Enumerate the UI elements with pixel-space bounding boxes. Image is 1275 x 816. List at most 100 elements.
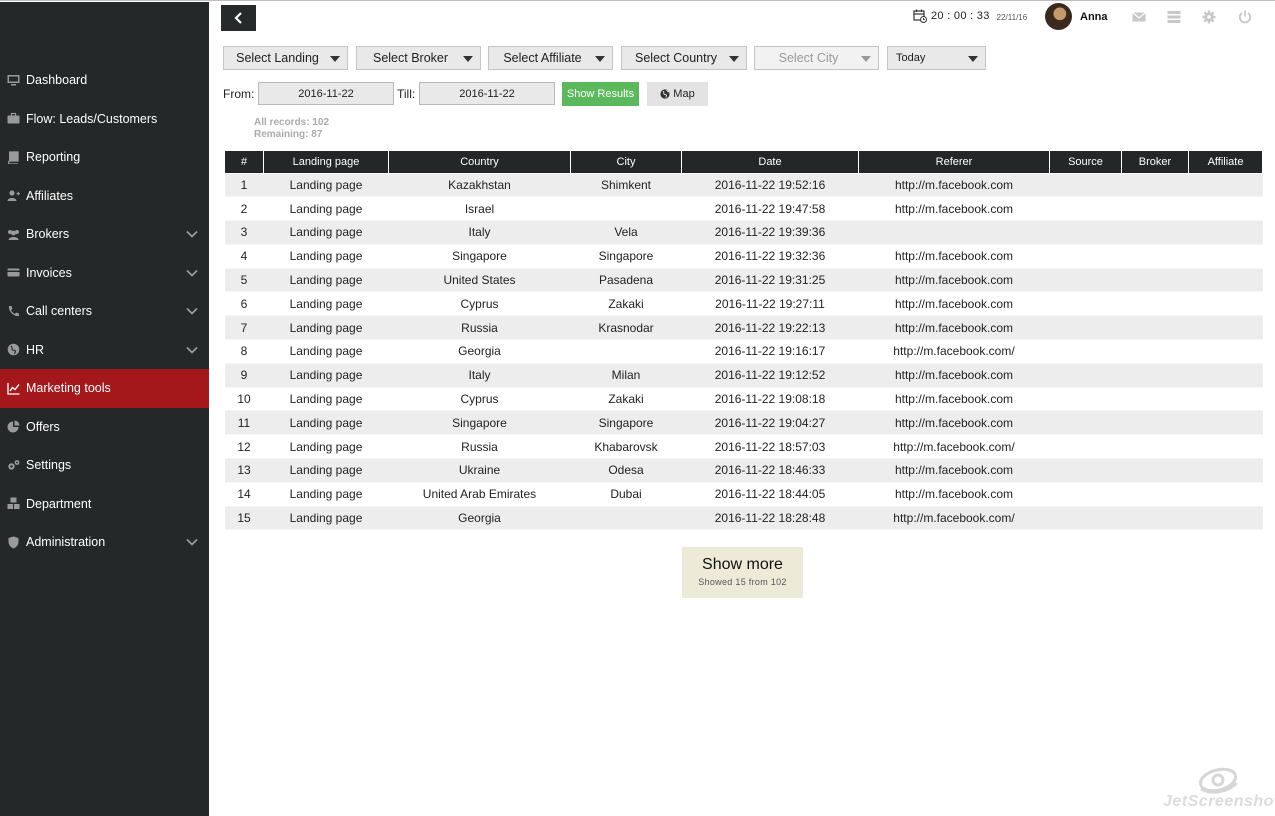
table-row[interactable]: 3 Landing page Italy Vela 2016-11-22 19:39:3…	[224, 220, 1263, 245]
column-header[interactable]: #	[224, 151, 264, 174]
column-header[interactable]: Broker	[1121, 151, 1189, 174]
table-row[interactable]: 14 Landing page United Arab Emirates Dubai 2…	[224, 482, 1263, 507]
sidebar-item-dashboard[interactable]: Dashboard	[0, 61, 209, 100]
table-row[interactable]: 5 Landing page United States Pasadena 2016-1…	[224, 268, 1263, 293]
table-cell: 8	[224, 339, 264, 364]
table-cell	[1049, 482, 1122, 507]
table-cell: Landing page	[263, 363, 389, 388]
column-header[interactable]: Affiliate	[1188, 151, 1263, 174]
table-row[interactable]: 8 Landing page Georgia 2016-11-22 19:16:17 h…	[224, 339, 1263, 364]
column-header[interactable]: Landing page	[263, 151, 389, 174]
table-cell: Vela	[570, 220, 682, 245]
till-date-input[interactable]	[419, 82, 555, 105]
list-icon[interactable]	[1167, 10, 1181, 24]
show-more-button[interactable]: Show more Showed 15 from 102	[682, 547, 803, 598]
sidebar-nav: Dashboard Flow: Leads/Customers Reporting A…	[0, 61, 209, 562]
chevron-down-icon[interactable]	[185, 304, 199, 318]
landing-select-value: Select Landing	[236, 51, 319, 65]
avatar[interactable]	[1045, 3, 1072, 30]
clock-time: 20 : 00 : 33	[931, 10, 990, 22]
sidebar-item-marketing-tools[interactable]: Marketing tools	[0, 369, 209, 408]
sidebar-item-label: Affiliates	[26, 188, 74, 203]
table-cell: 3	[224, 220, 264, 245]
table-row[interactable]: 15 Landing page Georgia 2016-11-22 18:28:48…	[224, 506, 1263, 531]
globe-icon	[660, 89, 670, 99]
table-cell: http://m.facebook.com	[858, 482, 1050, 507]
map-button[interactable]: Map	[647, 82, 708, 106]
table-cell	[1121, 244, 1189, 269]
table-cell	[1188, 173, 1263, 198]
power-icon[interactable]	[1238, 10, 1252, 24]
table-cell	[1188, 196, 1263, 222]
table-row[interactable]: 11 Landing page Singapore Singapore 2016-11-…	[224, 410, 1263, 436]
column-header[interactable]: City	[570, 151, 682, 174]
chevron-down-icon[interactable]	[185, 535, 199, 549]
sidebar-item-hr[interactable]: HR	[0, 331, 209, 370]
sidebar-item-invoices[interactable]: Invoices	[0, 254, 209, 293]
table-row[interactable]: 4 Landing page Singapore Singapore 2016-11-2…	[224, 244, 1263, 269]
eye-logo-icon	[1198, 767, 1238, 794]
envelope-icon[interactable]	[1132, 10, 1146, 24]
table-row[interactable]: 2 Landing page Israel 2016-11-22 19:47:58 ht…	[224, 196, 1263, 222]
caret-down-icon	[463, 56, 473, 62]
table-row[interactable]: 12 Landing page Russia Khabarovsk 2016-11-22…	[224, 434, 1263, 460]
clock-date: 22/11/16	[996, 12, 1028, 22]
broker-select[interactable]: Select Broker	[356, 46, 481, 70]
table-row[interactable]: 10 Landing page Cyprus Zakaki 2016-11-22 19:…	[224, 387, 1263, 412]
table-cell: 12	[224, 434, 264, 460]
affiliate-select[interactable]: Select Affiliate	[488, 46, 613, 70]
table-cell	[1121, 482, 1189, 507]
chevron-down-icon[interactable]	[185, 227, 199, 241]
gear-icon[interactable]	[1202, 10, 1216, 24]
table-cell	[1121, 410, 1189, 436]
table-cell	[1188, 268, 1263, 293]
table-cell: http://m.facebook.com	[858, 410, 1050, 436]
sidebar-item-settings[interactable]: Settings	[0, 446, 209, 485]
table-cell: http://m.facebook.com	[858, 268, 1050, 293]
table-row[interactable]: 9 Landing page Italy Milan 2016-11-22 19:12:…	[224, 363, 1263, 388]
column-header[interactable]: Date	[681, 151, 859, 174]
table-cell	[1049, 220, 1122, 245]
chevron-down-icon[interactable]	[185, 343, 199, 357]
chevron-down-icon[interactable]	[185, 266, 199, 280]
sidebar-item-call-centers[interactable]: Call centers	[0, 292, 209, 331]
column-header[interactable]: Country	[388, 151, 571, 174]
table-cell: United States	[388, 268, 571, 293]
sidebar-item-affiliates[interactable]: Affiliates	[0, 177, 209, 216]
table-cell: 13	[224, 458, 264, 483]
table-row[interactable]: 13 Landing page Ukraine Odesa 2016-11-22 18:…	[224, 458, 1263, 483]
table-cell: 15	[224, 506, 264, 531]
city-select[interactable]: Select City	[754, 46, 879, 70]
table-cell: Odesa	[570, 458, 682, 483]
column-header[interactable]: Referer	[858, 151, 1050, 174]
table-cell	[1121, 434, 1189, 460]
country-select[interactable]: Select Country	[621, 46, 747, 70]
landing-select[interactable]: Select Landing	[223, 46, 348, 70]
table-cell: Kazakhstan	[388, 173, 571, 198]
from-date-input[interactable]	[258, 82, 394, 105]
table-cell: Israel	[388, 196, 571, 222]
sidebar-item-administration[interactable]: Administration	[0, 523, 209, 562]
book-icon	[0, 151, 26, 164]
period-select[interactable]: Today	[887, 46, 986, 70]
back-button[interactable]	[221, 5, 256, 31]
table-cell: 2016-11-22 19:22:13	[681, 315, 859, 341]
sidebar-item-reporting[interactable]: Reporting	[0, 138, 209, 177]
cogs-icon	[0, 459, 26, 472]
sidebar-item-flow-leads-customers[interactable]: Flow: Leads/Customers	[0, 100, 209, 139]
table-cell	[1188, 410, 1263, 436]
sidebar-item-brokers[interactable]: Brokers	[0, 215, 209, 254]
table-row[interactable]: 1 Landing page Kazakhstan Shimkent 2016-11-2…	[224, 173, 1263, 198]
show-results-button[interactable]: Show Results	[562, 82, 639, 106]
sidebar-item-offers[interactable]: Offers	[0, 408, 209, 447]
table-cell: Landing page	[263, 506, 389, 531]
table-row[interactable]: 7 Landing page Russia Krasnodar 2016-11-22 1…	[224, 315, 1263, 341]
table-cell: 2	[224, 196, 264, 222]
column-header[interactable]: Source	[1049, 151, 1122, 174]
table-cell: http://m.facebook.com	[858, 244, 1050, 269]
user-name[interactable]: Anna	[1080, 11, 1108, 23]
table-cell: Georgia	[388, 506, 571, 531]
table-cell	[570, 196, 682, 222]
sidebar-item-department[interactable]: Department	[0, 485, 209, 524]
table-row[interactable]: 6 Landing page Cyprus Zakaki 2016-11-22 19:2…	[224, 291, 1263, 317]
